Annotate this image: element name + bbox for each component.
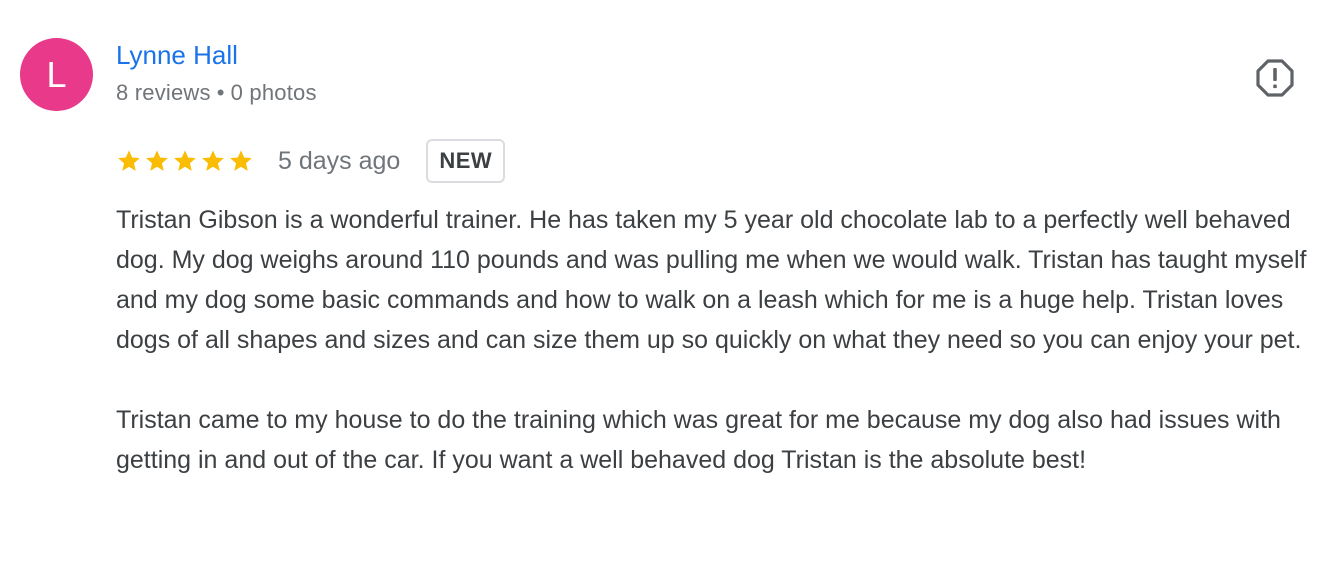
report-review-button[interactable] [1255, 58, 1295, 98]
star-rating [116, 148, 254, 174]
review-card: L Lynne Hall 8 reviews • 0 photos 5 days a… [0, 0, 1342, 572]
photo-count: 0 photos [230, 80, 317, 105]
star-icon [174, 150, 196, 171]
report-flag-icon [1256, 59, 1294, 97]
review-paragraph: Tristan came to my house to do the train… [116, 406, 1281, 474]
author-name-link[interactable]: Lynne Hall [116, 40, 238, 71]
star-icon [146, 150, 168, 171]
meta-separator: • [216, 80, 225, 105]
author-meta: 8 reviews • 0 photos [116, 80, 317, 106]
review-text: Tristan Gibson is a wonderful trainer. H… [116, 200, 1338, 480]
star-icon [202, 150, 224, 171]
review-paragraph: Tristan Gibson is a wonderful trainer. H… [116, 206, 1307, 354]
star-icon [230, 150, 252, 171]
review-timestamp: 5 days ago [278, 146, 401, 175]
avatar[interactable]: L [20, 38, 93, 111]
new-badge: NEW [426, 139, 506, 183]
star-icon [118, 150, 140, 171]
rating-row: 5 days ago NEW [116, 138, 506, 184]
review-count: 8 reviews [116, 80, 211, 105]
